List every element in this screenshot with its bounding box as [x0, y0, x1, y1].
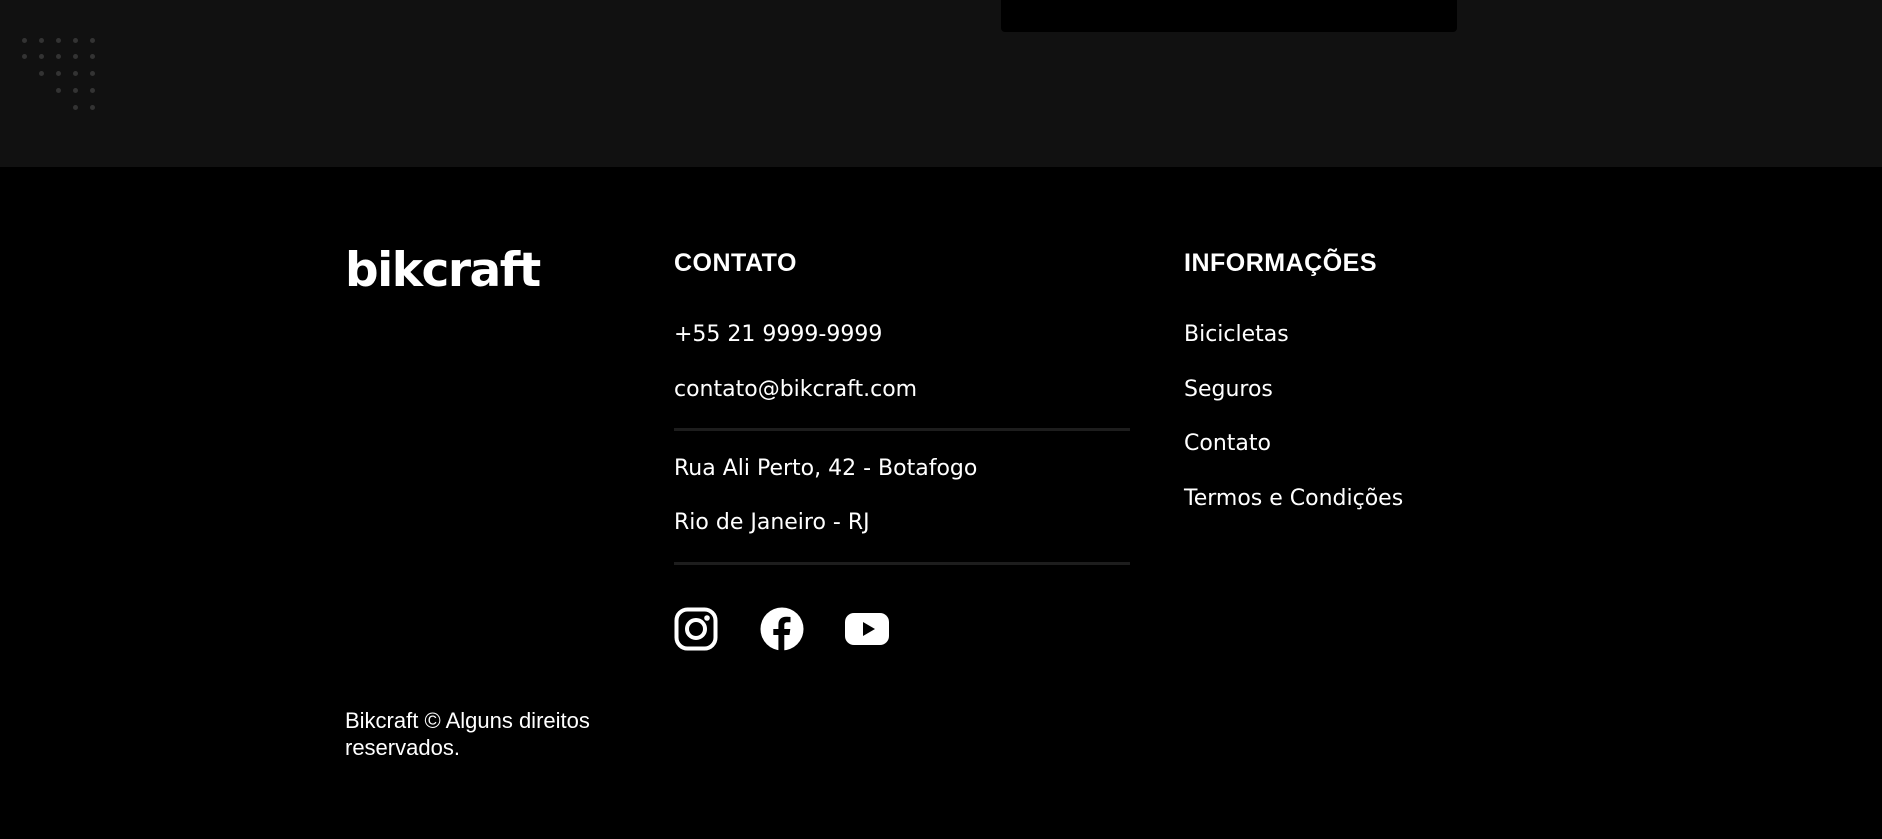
info-link-seguros[interactable]: Seguros: [1184, 379, 1273, 401]
contact-heading: CONTATO: [674, 249, 797, 277]
instagram-link[interactable]: [674, 607, 718, 651]
info-heading: INFORMAÇÕES: [1184, 249, 1377, 277]
previous-section-card: [1001, 0, 1457, 32]
youtube-link[interactable]: [845, 607, 889, 651]
previous-section-background: [0, 0, 1882, 167]
info-link-termos[interactable]: Termos e Condições: [1184, 488, 1403, 510]
site-footer: bikcraft CONTATO +55 21 9999-9999 contat…: [0, 167, 1882, 839]
contact-phone[interactable]: +55 21 9999-9999: [674, 324, 882, 346]
copyright-text: Bikcraft © Alguns direitos reservados.: [345, 708, 590, 760]
decorative-dot-pattern: [22, 38, 110, 116]
contact-divider-2: [674, 562, 1130, 565]
facebook-link[interactable]: [760, 607, 804, 651]
youtube-icon: [845, 613, 889, 645]
contact-email[interactable]: contato@bikcraft.com: [674, 379, 917, 401]
footer-logo[interactable]: bikcraft: [345, 247, 541, 294]
instagram-icon: [674, 607, 718, 651]
facebook-icon: [760, 607, 804, 651]
contact-address-street: Rua Ali Perto, 42 - Botafogo: [674, 456, 978, 481]
info-link-bicicletas[interactable]: Bicicletas: [1184, 324, 1289, 346]
contact-address-city: Rio de Janeiro - RJ: [674, 510, 870, 535]
contact-divider: [674, 428, 1130, 431]
info-link-contato[interactable]: Contato: [1184, 433, 1271, 455]
